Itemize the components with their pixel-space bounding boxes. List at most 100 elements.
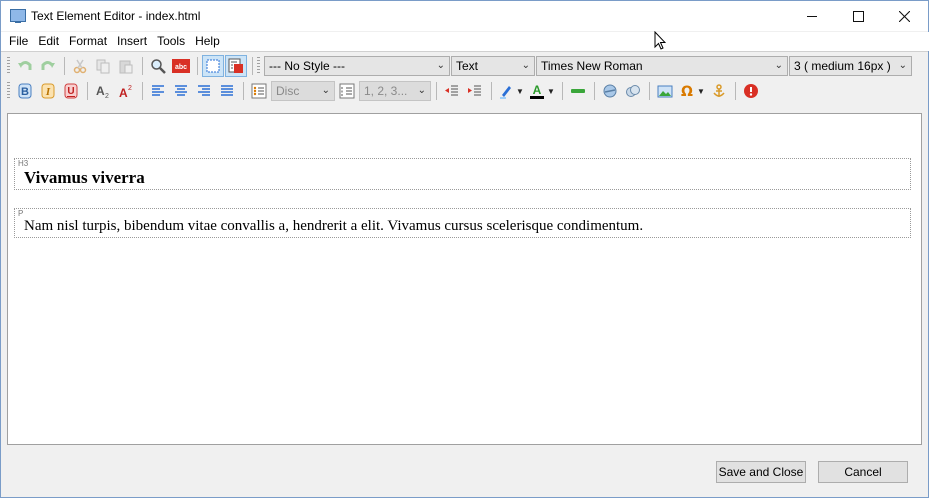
search-icon xyxy=(151,59,166,74)
omega-symbol-icon: Ω xyxy=(681,84,693,99)
font-size-combo[interactable]: 3 ( medium 16px ) ⌄ xyxy=(789,56,912,76)
bullet-style-combo[interactable]: Disc ⌄ xyxy=(271,81,335,101)
source-view-button[interactable] xyxy=(225,55,247,77)
unlink-icon xyxy=(626,85,640,97)
copy-button[interactable] xyxy=(92,55,114,77)
font-family-combo[interactable]: Times New Roman ⌄ xyxy=(536,56,788,76)
cut-icon xyxy=(73,59,87,74)
toolbar-separator xyxy=(649,82,650,100)
toolbar-separator xyxy=(243,82,244,100)
highlighter-icon xyxy=(500,86,512,99)
cancel-label: Cancel xyxy=(844,465,882,479)
help-button[interactable] xyxy=(740,80,762,102)
redo-icon xyxy=(41,61,55,70)
svg-text:A: A xyxy=(533,83,542,97)
show-blocks-button[interactable] xyxy=(202,55,224,77)
toolbar-separator xyxy=(252,57,253,75)
menu-divider xyxy=(1,51,928,52)
chevron-down-icon: ⌄ xyxy=(898,60,907,71)
indent-button[interactable] xyxy=(464,80,486,102)
chevron-down-icon: ⌄ xyxy=(321,85,330,96)
element-combo[interactable]: Text ⌄ xyxy=(451,56,535,76)
editor-area[interactable]: H3 Vivamus viverra P Nam nisl turpis, bi… xyxy=(7,113,922,445)
insert-image-button[interactable] xyxy=(654,80,676,102)
numbered-list-button[interactable] xyxy=(336,80,358,102)
menu-tools[interactable]: Tools xyxy=(152,32,190,51)
toolbar-separator xyxy=(491,82,492,100)
toolbar-grip[interactable] xyxy=(7,57,10,75)
insert-link-button[interactable] xyxy=(599,80,621,102)
outdent-button[interactable] xyxy=(441,80,463,102)
menu-bar: File Edit Format Insert Tools Help xyxy=(1,32,929,51)
cut-button[interactable] xyxy=(69,55,91,77)
chevron-down-icon: ⌄ xyxy=(417,85,426,96)
paragraph-block[interactable]: P Nam nisl turpis, bibendum vitae conval… xyxy=(14,208,911,238)
spellcheck-button[interactable]: abc xyxy=(170,55,192,77)
close-icon xyxy=(898,10,910,22)
menu-edit[interactable]: Edit xyxy=(33,32,64,51)
insert-anchor-button[interactable] xyxy=(708,80,730,102)
bold-icon: B xyxy=(18,83,32,99)
italic-icon: I xyxy=(41,83,55,99)
highlight-color-button[interactable]: ▼ xyxy=(496,80,526,102)
paste-button[interactable] xyxy=(115,55,137,77)
justify-button[interactable] xyxy=(216,80,238,102)
find-button[interactable] xyxy=(147,55,169,77)
italic-button[interactable]: I xyxy=(37,80,59,102)
numbering-style-combo[interactable]: 1, 2, 3... ⌄ xyxy=(359,81,431,101)
align-center-icon xyxy=(175,85,187,96)
bold-button[interactable]: B xyxy=(14,80,36,102)
font-size-value: 3 ( medium 16px ) xyxy=(794,59,891,73)
toolbar-separator xyxy=(64,57,65,75)
toolbar-separator xyxy=(594,82,595,100)
copy-icon xyxy=(96,59,110,74)
numbering-style-value: 1, 2, 3... xyxy=(364,84,408,98)
horizontal-rule-icon xyxy=(571,89,585,93)
subscript-icon: A2 xyxy=(96,84,109,99)
underline-button[interactable]: U xyxy=(60,80,82,102)
svg-text:A: A xyxy=(96,84,105,98)
toolbar-grip[interactable] xyxy=(257,57,260,75)
numbered-list-icon xyxy=(339,83,355,99)
svg-text:abc: abc xyxy=(175,64,187,71)
font-color-button[interactable]: A ▼ xyxy=(527,80,557,102)
superscript-button[interactable]: A2 xyxy=(115,80,137,102)
window-title: Text Element Editor - index.html xyxy=(31,9,201,23)
close-button[interactable] xyxy=(881,1,927,31)
style-combo[interactable]: --- No Style --- ⌄ xyxy=(264,56,450,76)
svg-text:Ω: Ω xyxy=(681,84,693,99)
align-right-icon xyxy=(198,85,210,96)
menu-format[interactable]: Format xyxy=(64,32,112,51)
remove-link-button[interactable] xyxy=(622,80,644,102)
menu-help[interactable]: Help xyxy=(190,32,225,51)
menu-insert[interactable]: Insert xyxy=(112,32,152,51)
menu-file[interactable]: File xyxy=(4,32,33,51)
style-combo-value: --- No Style --- xyxy=(269,59,345,73)
subscript-button[interactable]: A2 xyxy=(92,80,114,102)
svg-text:A: A xyxy=(119,86,128,99)
toolbar-grip[interactable] xyxy=(7,82,10,100)
undo-button[interactable] xyxy=(14,55,36,77)
toolbar-separator xyxy=(142,82,143,100)
maximize-button[interactable] xyxy=(835,1,881,31)
svg-text:2: 2 xyxy=(105,93,109,99)
help-icon xyxy=(744,84,758,98)
redo-button[interactable] xyxy=(37,55,59,77)
svg-text:I: I xyxy=(45,86,51,98)
heading-block[interactable]: H3 Vivamus viverra xyxy=(14,158,911,190)
minimize-button[interactable] xyxy=(789,1,835,31)
toolbar-separator xyxy=(735,82,736,100)
toolbar-separator xyxy=(562,82,563,100)
cancel-button[interactable]: Cancel xyxy=(818,461,908,483)
align-right-button[interactable] xyxy=(193,80,215,102)
align-center-button[interactable] xyxy=(170,80,192,102)
insert-symbol-button[interactable]: Ω ▼ xyxy=(677,80,707,102)
bullet-list-button[interactable] xyxy=(248,80,270,102)
toolbar-main: abc --- No Style --- ⌄ Text ⌄ Times New … xyxy=(7,54,913,78)
block-tag-label: H3 xyxy=(18,159,29,168)
horizontal-rule-button[interactable] xyxy=(567,80,589,102)
title-bar: Text Element Editor - index.html xyxy=(1,1,928,31)
heading-text: Vivamus viverra xyxy=(24,168,145,187)
align-left-button[interactable] xyxy=(147,80,169,102)
save-and-close-button[interactable]: Save and Close xyxy=(716,461,806,483)
